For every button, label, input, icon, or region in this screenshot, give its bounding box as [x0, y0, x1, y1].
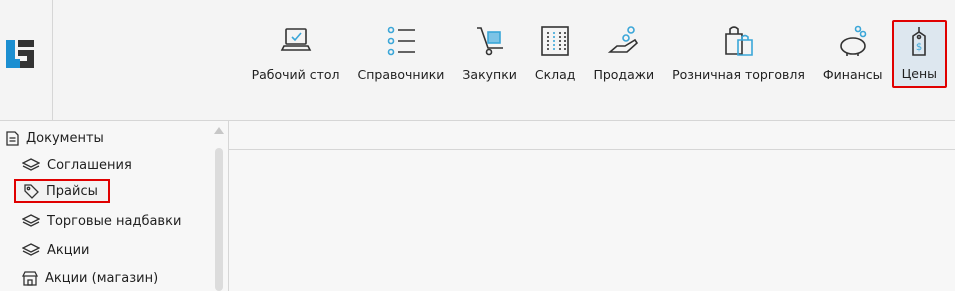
scrollbar-thumb[interactable] [215, 148, 223, 291]
content-header-bar [229, 121, 955, 150]
scroll-up-arrow-icon[interactable] [214, 127, 224, 134]
main-content-area [229, 121, 955, 291]
store-icon [22, 270, 38, 286]
menu-sales-button[interactable]: Продажи [584, 20, 663, 92]
tree-root-label: Документы [26, 130, 104, 146]
sales-hand-coins-icon [607, 26, 638, 53]
list-icon [387, 26, 415, 56]
menu-purchases-label: Закупки [462, 67, 517, 82]
main-menu: Рабочий стол Справочники Закупки Склад П… [243, 20, 947, 94]
sidebar-item-label: Соглашения [47, 157, 132, 173]
sidebar-item-label: Акции [47, 242, 90, 258]
menu-prices-button[interactable]: $ Цены [891, 20, 947, 88]
menu-sales-label: Продажи [593, 67, 655, 82]
menu-references-label: Справочники [357, 67, 445, 82]
sidebar-item-label: Торговые надбавки [47, 213, 182, 229]
menu-desktop-label: Рабочий стол [251, 67, 340, 82]
menu-references-button[interactable]: Справочники [349, 20, 454, 92]
layers-icon [22, 158, 40, 171]
app-logo-icon [6, 40, 34, 68]
sidebar-scrollbar[interactable] [212, 121, 226, 291]
sidebar-item-promotions[interactable]: Акции [22, 239, 90, 261]
sidebar-item-label: Акции (магазин) [45, 270, 159, 286]
document-icon [6, 130, 19, 146]
price-tag-icon: $ [912, 27, 927, 56]
menu-finance-label: Финансы [822, 67, 883, 82]
shopping-bags-icon [724, 26, 753, 56]
sidebar-item-price-lists[interactable]: Прайсы [14, 179, 110, 203]
menu-prices-label: Цены [901, 66, 937, 81]
tree-root-documents[interactable]: Документы [6, 127, 104, 149]
svg-text:$: $ [916, 42, 922, 53]
cart-icon [476, 27, 503, 56]
tag-icon [24, 183, 39, 199]
menu-purchases-button[interactable]: Закупки [453, 20, 525, 92]
sidebar-item-markups[interactable]: Торговые надбавки [22, 210, 181, 232]
navigation-sidebar: Документы Соглашения Прайсы Торговые над… [0, 121, 229, 291]
sidebar-item-label: Прайсы [46, 183, 98, 199]
sidebar-item-agreements[interactable]: Соглашения [22, 154, 132, 176]
layers-icon [22, 243, 40, 256]
menu-desktop-button[interactable]: Рабочий стол [243, 20, 349, 92]
menu-warehouse-label: Склад [534, 67, 576, 82]
desktop-laptop-icon [280, 28, 311, 51]
layers-icon [22, 214, 40, 227]
top-toolbar: Рабочий стол Справочники Закупки Склад П… [0, 0, 955, 121]
menu-retail-label: Розничная торговля [672, 67, 805, 82]
warehouse-building-icon [541, 26, 569, 56]
logo-area [0, 0, 53, 120]
piggy-bank-icon [839, 25, 867, 56]
menu-warehouse-button[interactable]: Склад [526, 20, 585, 92]
menu-retail-button[interactable]: Розничная торговля [663, 20, 814, 92]
sidebar-item-store-promotions[interactable]: Акции (магазин) [22, 267, 158, 289]
menu-finance-button[interactable]: Финансы [814, 20, 892, 92]
